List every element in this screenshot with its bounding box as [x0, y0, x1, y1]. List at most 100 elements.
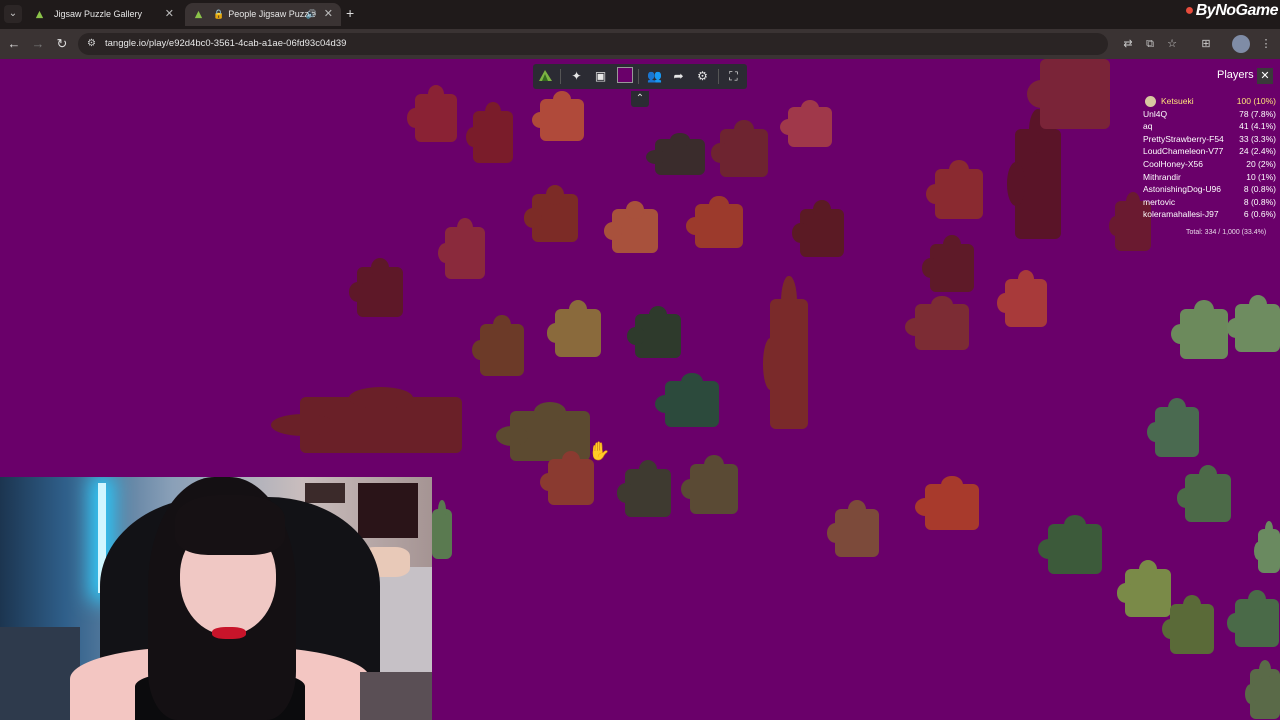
- puzzle-piece[interactable]: [1038, 515, 1102, 574]
- extensions-icon[interactable]: ⊞: [1198, 36, 1214, 52]
- player-score: 78 (7.8%): [1239, 108, 1276, 119]
- toolbar-divider: [638, 69, 639, 84]
- new-tab-button[interactable]: +: [346, 5, 354, 21]
- puzzle-piece[interactable]: [646, 132, 705, 175]
- player-row: LoudChameleon-V77 24 (2.4%): [1143, 145, 1276, 157]
- close-tab-icon[interactable]: ✕: [324, 3, 333, 26]
- puzzle-piece[interactable]: [1006, 109, 1061, 239]
- puzzle-piece[interactable]: [270, 386, 462, 453]
- player-row: Mithrandir 10 (1%): [1143, 171, 1276, 183]
- browser-menu-icon[interactable]: ⋮: [1258, 36, 1274, 52]
- reload-icon[interactable]: ↻: [54, 36, 70, 52]
- fullscreen-icon[interactable]: ⛶: [724, 67, 743, 86]
- tab-search-icon[interactable]: ⌄: [4, 5, 22, 23]
- poster: [305, 483, 345, 503]
- player-score: 24 (2.4%): [1239, 146, 1276, 157]
- total-progress: Total: 334 / 1,000 (33.4%): [1186, 229, 1267, 236]
- puzzle-piece[interactable]: [1027, 59, 1110, 129]
- settings-icon[interactable]: ⚙: [693, 67, 712, 86]
- puzzle-favicon-icon: [35, 10, 44, 19]
- puzzle-piece[interactable]: [437, 217, 485, 279]
- image-preview-icon[interactable]: ▣: [591, 67, 610, 86]
- player-name: koleramahallesi-J97: [1143, 209, 1219, 220]
- player-name: AstonishingDog-U96: [1143, 184, 1221, 195]
- puzzle-piece[interactable]: [465, 101, 513, 163]
- puzzle-piece[interactable]: [655, 372, 719, 427]
- puzzle-piece[interactable]: [539, 450, 594, 505]
- puzzle-piece[interactable]: [523, 185, 578, 242]
- players-panel-title: Players: [1217, 69, 1254, 81]
- back-icon[interactable]: ←: [6, 36, 22, 52]
- puzzle-piece-icon[interactable]: ✦: [567, 67, 586, 86]
- puzzle-piece[interactable]: [780, 99, 832, 147]
- puzzle-piece[interactable]: [686, 196, 743, 248]
- player-score: 20 (2%): [1246, 159, 1276, 169]
- puzzle-piece[interactable]: [1147, 398, 1199, 457]
- puzzle-piece[interactable]: [681, 455, 738, 514]
- puzzle-piece[interactable]: [1162, 595, 1214, 654]
- puzzle-piece[interactable]: [428, 500, 452, 559]
- audio-playing-icon[interactable]: 🔊: [306, 3, 317, 26]
- streamer-lips: [212, 627, 246, 639]
- puzzle-piece[interactable]: [616, 460, 671, 517]
- puzzle-piece[interactable]: [1244, 660, 1280, 719]
- background-color-swatch[interactable]: [617, 67, 633, 83]
- install-app-icon[interactable]: ⧉: [1142, 36, 1158, 52]
- puzzle-piece[interactable]: [1226, 295, 1280, 352]
- player-name: Unl4Q: [1143, 108, 1168, 119]
- puzzle-piece[interactable]: [348, 258, 403, 317]
- player-score: 6 (0.6%): [1243, 209, 1276, 220]
- share-icon[interactable]: ➦: [669, 67, 688, 86]
- puzzle-piece[interactable]: [626, 306, 681, 358]
- close-tab-icon[interactable]: ✕: [165, 3, 174, 26]
- tab-jigsaw-gallery[interactable]: Jigsaw Puzzle Gallery ✕: [26, 3, 182, 26]
- profile-avatar[interactable]: [1232, 35, 1250, 53]
- puzzle-piece[interactable]: [792, 200, 844, 257]
- player-row: AstonishingDog-U96 8 (0.8%): [1143, 183, 1276, 195]
- browser-tab-strip: ⌄ Jigsaw Puzzle Gallery ✕ 🔒 People Jigsaw…: [0, 0, 1280, 29]
- game-toolbar: ✦ ▣ 👥 ➦ ⚙ ⛶: [533, 64, 747, 89]
- puzzle-piece[interactable]: [711, 120, 768, 177]
- puzzle-piece[interactable]: [407, 85, 457, 142]
- player-score: 8 (0.8%): [1243, 196, 1276, 207]
- puzzle-piece[interactable]: [997, 270, 1047, 327]
- puzzle-piece[interactable]: [532, 91, 584, 141]
- url-field[interactable]: ⚙ tanggle.io/play/e92d4bc0-3561-4cab-a1a…: [78, 33, 1108, 55]
- lock-icon: 🔒: [213, 9, 225, 19]
- puzzle-piece[interactable]: [1227, 590, 1279, 647]
- puzzle-piece[interactable]: [1171, 300, 1228, 359]
- puzzle-piece[interactable]: [827, 500, 879, 557]
- player-score: 10 (1%): [1246, 171, 1276, 182]
- puzzle-piece[interactable]: [472, 314, 524, 376]
- close-icon[interactable]: ✕: [1257, 68, 1273, 84]
- player-name: aq: [1143, 121, 1153, 132]
- puzzle-piece[interactable]: [546, 300, 601, 357]
- player-row: PrettyStrawberry-F54 33 (3.3%): [1143, 133, 1276, 145]
- logo-icon[interactable]: [536, 67, 555, 86]
- bookmark-star-icon[interactable]: ☆: [1164, 36, 1180, 52]
- puzzle-piece[interactable]: [1116, 560, 1171, 617]
- chevrons-up-icon[interactable]: ⌃: [631, 91, 649, 107]
- webcam-shelf: [0, 627, 80, 720]
- tab-label: Jigsaw Puzzle Gallery: [54, 9, 143, 19]
- puzzle-piece[interactable]: [926, 160, 983, 219]
- puzzle-piece[interactable]: [1176, 465, 1231, 522]
- player-name: mertovic: [1143, 196, 1176, 207]
- puzzle-piece[interactable]: [603, 201, 658, 253]
- players-icon[interactable]: 👥: [645, 67, 664, 86]
- translate-icon[interactable]: ⇄: [1120, 36, 1136, 52]
- player-score: 33 (3.3%): [1239, 133, 1276, 144]
- puzzle-piece[interactable]: [905, 295, 969, 350]
- puzzle-piece[interactable]: [1254, 521, 1280, 573]
- site-info-icon[interactable]: ⚙: [87, 38, 99, 50]
- player-row: aq 41 (4.1%): [1143, 120, 1276, 132]
- forward-icon[interactable]: →: [30, 36, 46, 52]
- toolbar-divider: [718, 69, 719, 84]
- puzzle-piece[interactable]: [915, 475, 979, 530]
- browser-address-bar: ← → ↻ ⚙ tanggle.io/play/e92d4bc0-3561-4c…: [0, 29, 1280, 59]
- tab-people-jigsaw[interactable]: 🔒 People Jigsaw Puzzle 🔊 ✕: [185, 3, 341, 26]
- puzzle-piece[interactable]: [763, 275, 808, 429]
- puzzle-piece[interactable]: [922, 235, 974, 292]
- player-name: Mithrandir: [1143, 171, 1181, 182]
- player-name: CoolHoney-X56: [1143, 159, 1204, 169]
